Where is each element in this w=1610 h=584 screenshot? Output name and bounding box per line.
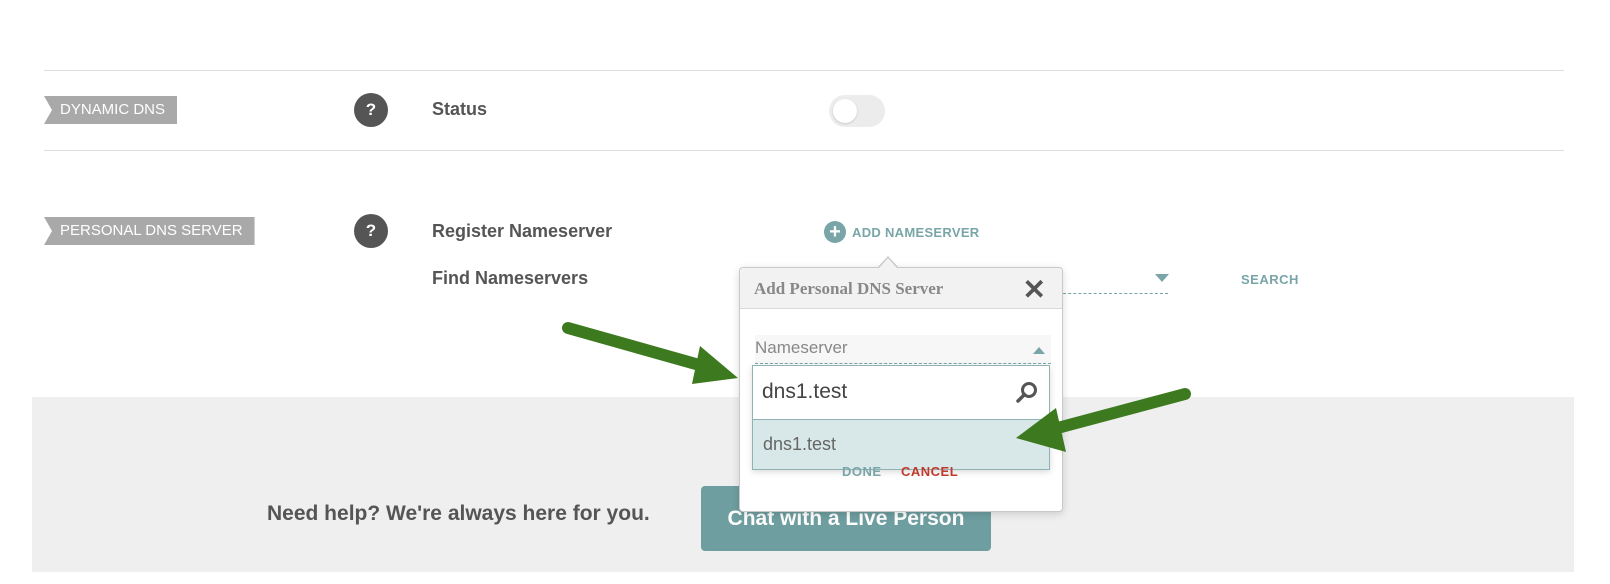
popup-header: Add Personal DNS Server ✕ <box>740 268 1062 309</box>
divider-middle <box>44 150 1564 151</box>
register-nameserver-label: Register Nameserver <box>432 221 613 241</box>
dynamic-dns-tag: DYNAMIC DNS <box>44 96 178 124</box>
nameserver-select-label: Nameserver <box>755 338 848 357</box>
help-text: Need help? We're always here for you. <box>267 502 650 525</box>
annotation-arrow-left <box>562 322 738 384</box>
dropdown-option-label: dns1.test <box>763 434 837 454</box>
close-icon[interactable]: ✕ <box>1023 273 1046 306</box>
nameserver-search-input[interactable]: dns1.test <box>753 366 1049 420</box>
popup-title: Add Personal DNS Server <box>754 279 944 298</box>
chevron-down-icon[interactable] <box>1155 274 1169 282</box>
cancel-button[interactable]: CANCEL <box>901 464 958 479</box>
chevron-up-icon <box>1033 347 1045 354</box>
status-toggle[interactable] <box>829 95 885 127</box>
dynamic-dns-help-icon[interactable]: ? <box>354 93 388 127</box>
divider-top <box>44 70 1564 71</box>
nameserver-select[interactable]: Nameserver <box>755 335 1051 364</box>
popup-pointer-fill <box>878 258 898 269</box>
status-label: Status <box>432 99 488 119</box>
nameserver-dropdown: dns1.test dns1.test <box>752 365 1050 470</box>
find-nameservers-select[interactable] <box>1058 292 1168 294</box>
add-nameserver-button[interactable]: + ADD NAMESERVER <box>824 221 979 243</box>
dropdown-option[interactable]: dns1.test <box>753 420 1049 469</box>
add-nameserver-label: ADD NAMESERVER <box>852 224 980 240</box>
search-input-value: dns1.test <box>762 380 848 403</box>
find-nameservers-label: Find Nameservers <box>432 268 589 288</box>
annotation-arrow-right <box>1016 388 1191 452</box>
search-button[interactable]: SEARCH <box>1241 272 1299 287</box>
plus-circle-icon: + <box>824 221 846 243</box>
done-button[interactable]: DONE <box>842 464 882 479</box>
personal-dns-server-tag: PERSONAL DNS SERVER <box>44 217 255 245</box>
toggle-knob <box>833 99 857 123</box>
personal-dns-help-icon[interactable]: ? <box>354 214 388 248</box>
